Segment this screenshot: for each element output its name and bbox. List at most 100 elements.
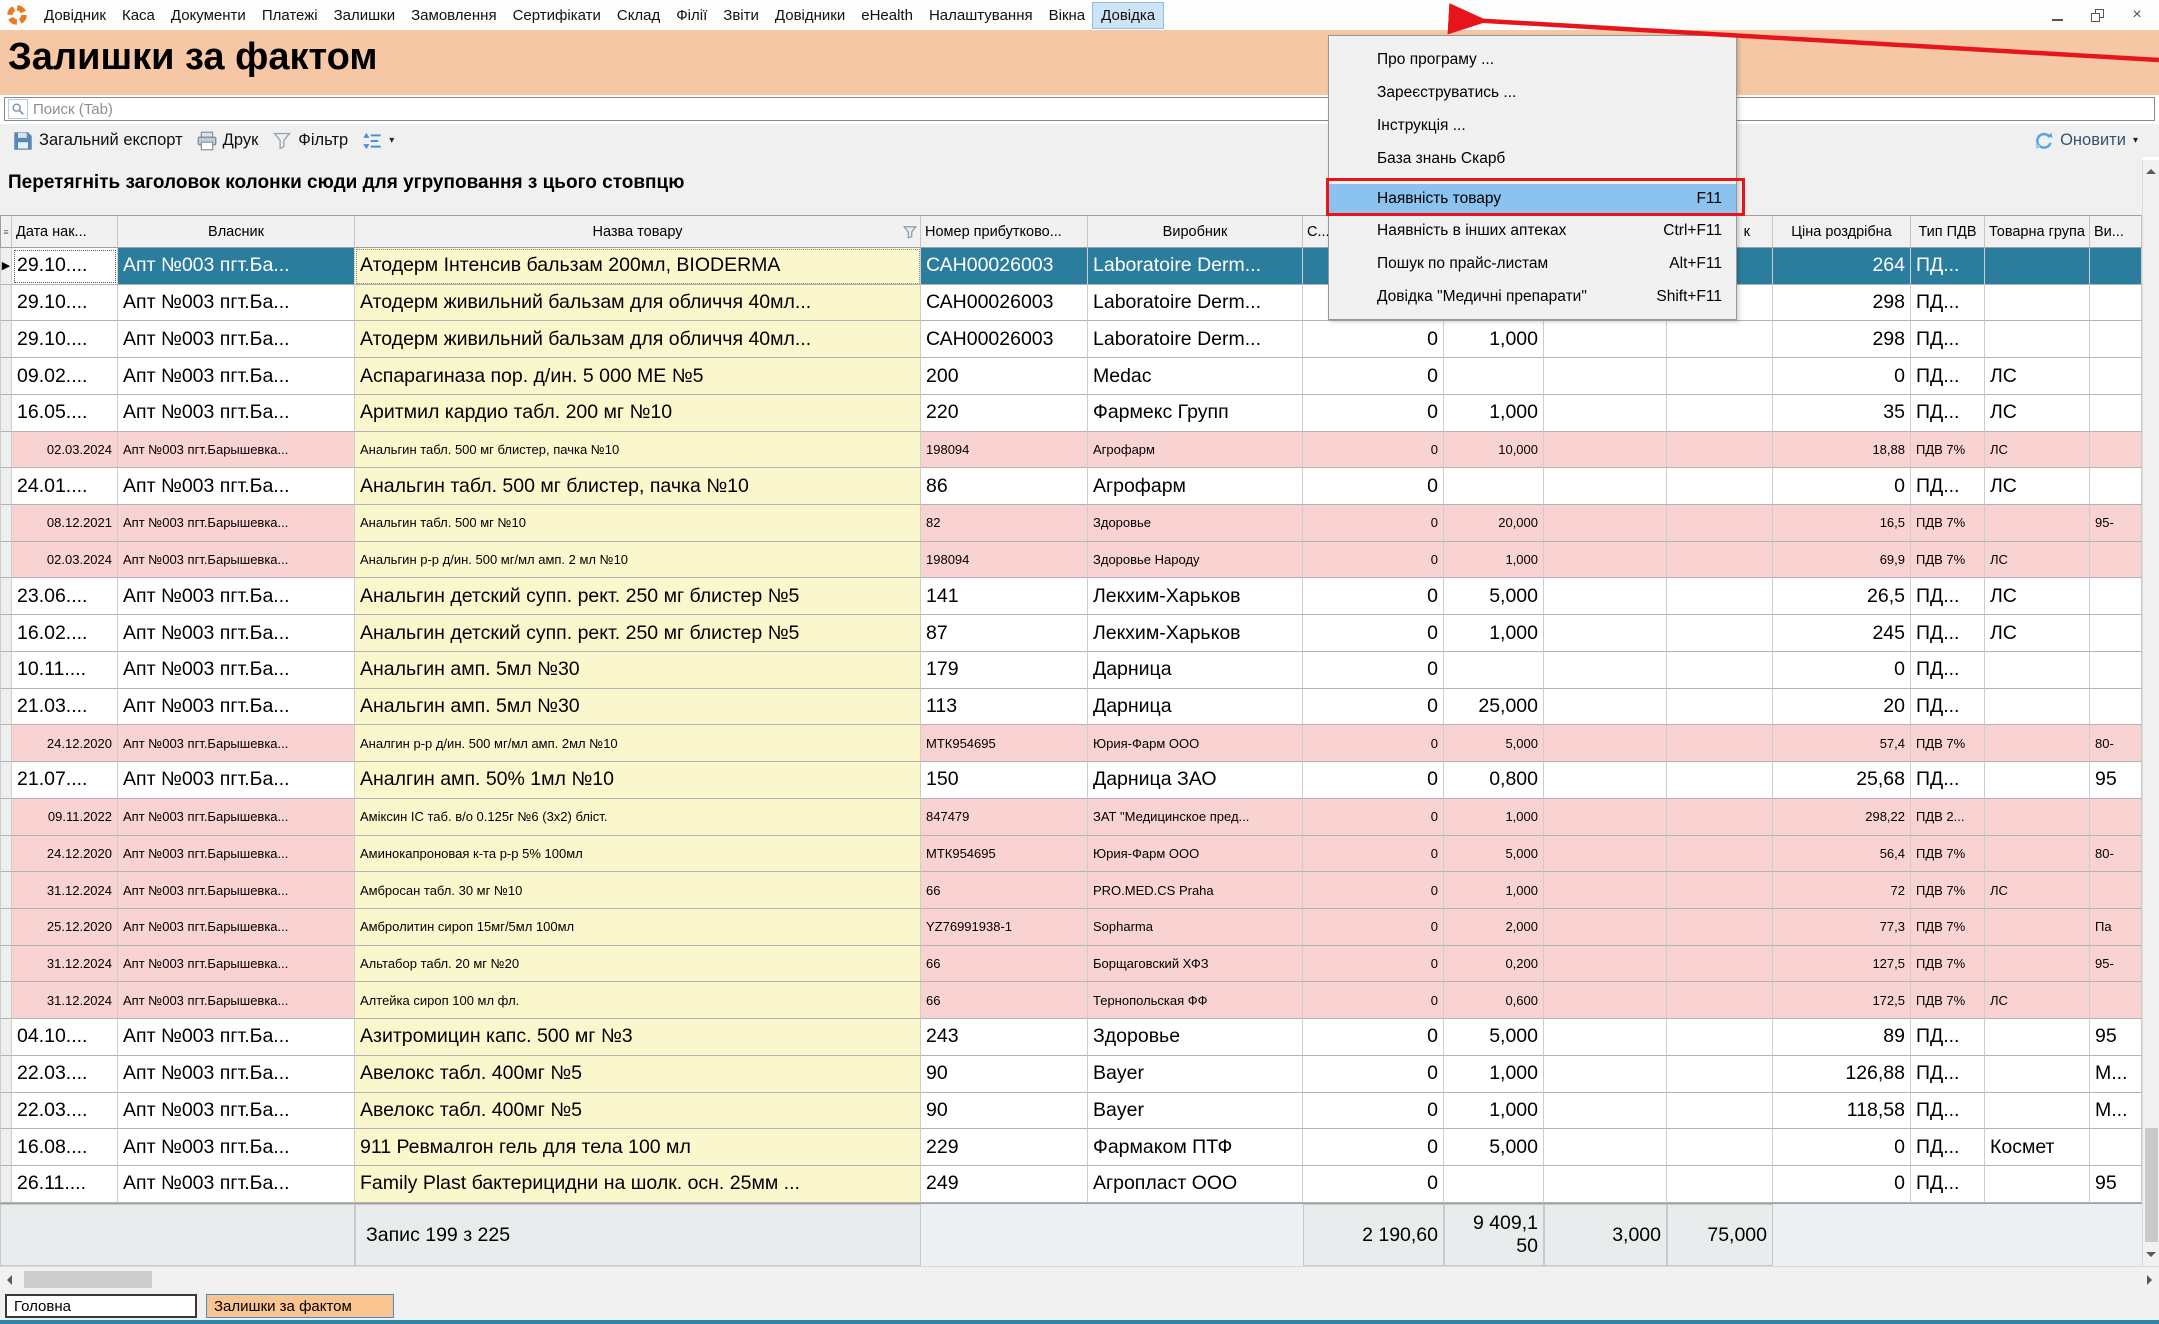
cell-qty1[interactable]: 0 [1303,1056,1444,1093]
cell-name[interactable]: Альтабор табл. 20 мг №20 [355,946,921,983]
cell-qty1[interactable]: 0 [1303,1093,1444,1130]
cell-qty1[interactable]: 0 [1303,652,1444,689]
cell-qty2[interactable]: 1,000 [1444,395,1544,432]
cell-manufacturer[interactable]: ЗАТ "Медицинское пред... [1088,799,1303,836]
menu-item-документи[interactable]: Документи [163,3,254,28]
scroll-right-icon[interactable] [2147,1275,2152,1285]
cell-owner[interactable]: Апт №003 пгт.Барышевка... [118,982,355,1019]
cell-group[interactable]: ЛС [1985,578,2090,615]
cell-owner[interactable]: Апт №003 пгт.Барышевка... [118,542,355,579]
cell-manufacturer[interactable]: Фармекс Групп [1088,395,1303,432]
menu-item-довідка[interactable]: Довідка [1093,3,1163,28]
table-row[interactable]: 21.07....Апт №003 пгт.Ба...Аналгин амп. … [0,762,2142,799]
cell-owner[interactable]: Апт №003 пгт.Ба... [118,468,355,505]
menu-item-довідники[interactable]: Довідники [767,3,853,28]
cell-qty4[interactable] [1667,468,1773,505]
cell-group[interactable] [1985,652,2090,689]
cell-vyd[interactable]: М... [2090,1056,2142,1093]
cell-date[interactable]: 09.11.2022 [12,799,118,836]
cell-vyd[interactable]: 95- [2090,946,2142,983]
cell-qty3[interactable] [1544,909,1667,946]
cell-name[interactable]: Анальгин детский супп. рект. 250 мг блис… [355,615,921,652]
cell-vat[interactable]: ПДВ 7% [1911,432,1985,469]
cell-name[interactable]: Аспарагиназа пор. д/ин. 5 000 МЕ №5 [355,358,921,395]
cell-name[interactable]: Авелокс табл. 400мг №5 [355,1093,921,1130]
cell-owner[interactable]: Апт №003 пгт.Ба... [118,1056,355,1093]
cell-date[interactable]: 24.01.... [12,468,118,505]
cell-number[interactable]: YZ76991938-1 [921,909,1088,946]
cell-date[interactable]: 29.10.... [12,285,118,322]
cell-manufacturer[interactable]: Bayer [1088,1056,1303,1093]
filter-button[interactable]: Фільтр [265,129,355,153]
cell-number[interactable]: 87 [921,615,1088,652]
cell-date[interactable]: 29.10.... [12,321,118,358]
cell-vat[interactable]: ПД... [1911,248,1985,285]
cell-qty3[interactable] [1544,578,1667,615]
cell-qty4[interactable] [1667,836,1773,873]
cell-qty4[interactable] [1667,395,1773,432]
table-row[interactable]: 25.12.2020Апт №003 пгт.Барышевка...Амбро… [0,909,2142,946]
help-menu-item-пошук-по-прайс-листам[interactable]: Пошук по прайс-листамAlt+F11 [1329,247,1736,280]
scroll-up-icon[interactable] [2146,169,2156,174]
cell-number[interactable]: 198094 [921,542,1088,579]
cell-owner[interactable]: Апт №003 пгт.Ба... [118,578,355,615]
cell-number[interactable]: 847479 [921,799,1088,836]
cell-manufacturer[interactable]: Агрофарм [1088,468,1303,505]
table-row[interactable]: 31.12.2024Апт №003 пгт.Барышевка...Альта… [0,946,2142,983]
cell-date[interactable]: 25.12.2020 [12,909,118,946]
cell-qty1[interactable]: 0 [1303,542,1444,579]
cell-qty2[interactable]: 0,600 [1444,982,1544,1019]
cell-price[interactable]: 25,68 [1773,762,1911,799]
table-row[interactable]: 16.02....Апт №003 пгт.Ба...Анальгин детс… [0,615,2142,652]
cell-vat[interactable]: ПДВ 7% [1911,725,1985,762]
cell-vyd[interactable] [2090,1129,2142,1166]
cell-name[interactable]: Анальгин табл. 500 мг блистер, пачка №10 [355,468,921,505]
cell-qty2[interactable]: 1,000 [1444,542,1544,579]
cell-qty1[interactable]: 0 [1303,615,1444,652]
cell-price[interactable]: 0 [1773,468,1911,505]
cell-owner[interactable]: Апт №003 пгт.Барышевка... [118,872,355,909]
cell-group[interactable]: ЛС [1985,358,2090,395]
cell-number[interactable]: 200 [921,358,1088,395]
cell-owner[interactable]: Апт №003 пгт.Ба... [118,248,355,285]
cell-owner[interactable]: Апт №003 пгт.Ба... [118,285,355,322]
help-menu-item-база-знань-скарб[interactable]: База знань Скарб [1329,142,1736,175]
menu-item-сертифікати[interactable]: Сертифікати [505,3,609,28]
cell-name[interactable]: Авелокс табл. 400мг №5 [355,1056,921,1093]
restore-icon[interactable] [2089,7,2105,23]
cell-manufacturer[interactable]: Дарница [1088,652,1303,689]
cell-vyd[interactable]: М... [2090,1093,2142,1130]
cell-qty3[interactable] [1544,1019,1667,1056]
cell-owner[interactable]: Апт №003 пгт.Ба... [118,1019,355,1056]
cell-qty1[interactable]: 0 [1303,432,1444,469]
cell-manufacturer[interactable]: Здоровье [1088,505,1303,542]
cell-manufacturer[interactable]: Фармаком ПТФ [1088,1129,1303,1166]
cell-vat[interactable]: ПДВ 7% [1911,982,1985,1019]
cell-qty4[interactable] [1667,1093,1773,1130]
cell-vyd[interactable]: 95- [2090,505,2142,542]
cell-qty2[interactable]: 1,000 [1444,615,1544,652]
cell-vat[interactable]: ПД... [1911,1019,1985,1056]
horizontal-scrollbar[interactable] [0,1266,2159,1292]
scroll-down-icon[interactable] [2146,1252,2156,1257]
cell-number[interactable]: 150 [921,762,1088,799]
cell-date[interactable]: 16.02.... [12,615,118,652]
cell-vyd[interactable]: 95 [2090,1166,2142,1203]
cell-qty4[interactable] [1667,358,1773,395]
cell-number[interactable]: 66 [921,982,1088,1019]
table-row[interactable]: 24.01....Апт №003 пгт.Ба...Анальгин табл… [0,468,2142,505]
cell-group[interactable] [1985,505,2090,542]
table-row[interactable]: 09.02....Апт №003 пгт.Ба...Аспарагиназа … [0,358,2142,395]
cell-date[interactable]: 31.12.2024 [12,872,118,909]
cell-qty2[interactable]: 1,000 [1444,1056,1544,1093]
table-row[interactable]: 22.03....Апт №003 пгт.Ба...Авелокс табл.… [0,1093,2142,1130]
cell-owner[interactable]: Апт №003 пгт.Ба... [118,615,355,652]
sort-button[interactable]: ▾ [355,129,401,153]
cell-vyd[interactable] [2090,872,2142,909]
cell-owner[interactable]: Апт №003 пгт.Барышевка... [118,432,355,469]
cell-manufacturer[interactable]: Юрия-Фарм ООО [1088,725,1303,762]
search-input[interactable] [31,100,2154,119]
cell-vat[interactable]: ПДВ 2... [1911,799,1985,836]
cell-qty3[interactable] [1544,1056,1667,1093]
cell-qty1[interactable]: 0 [1303,689,1444,726]
